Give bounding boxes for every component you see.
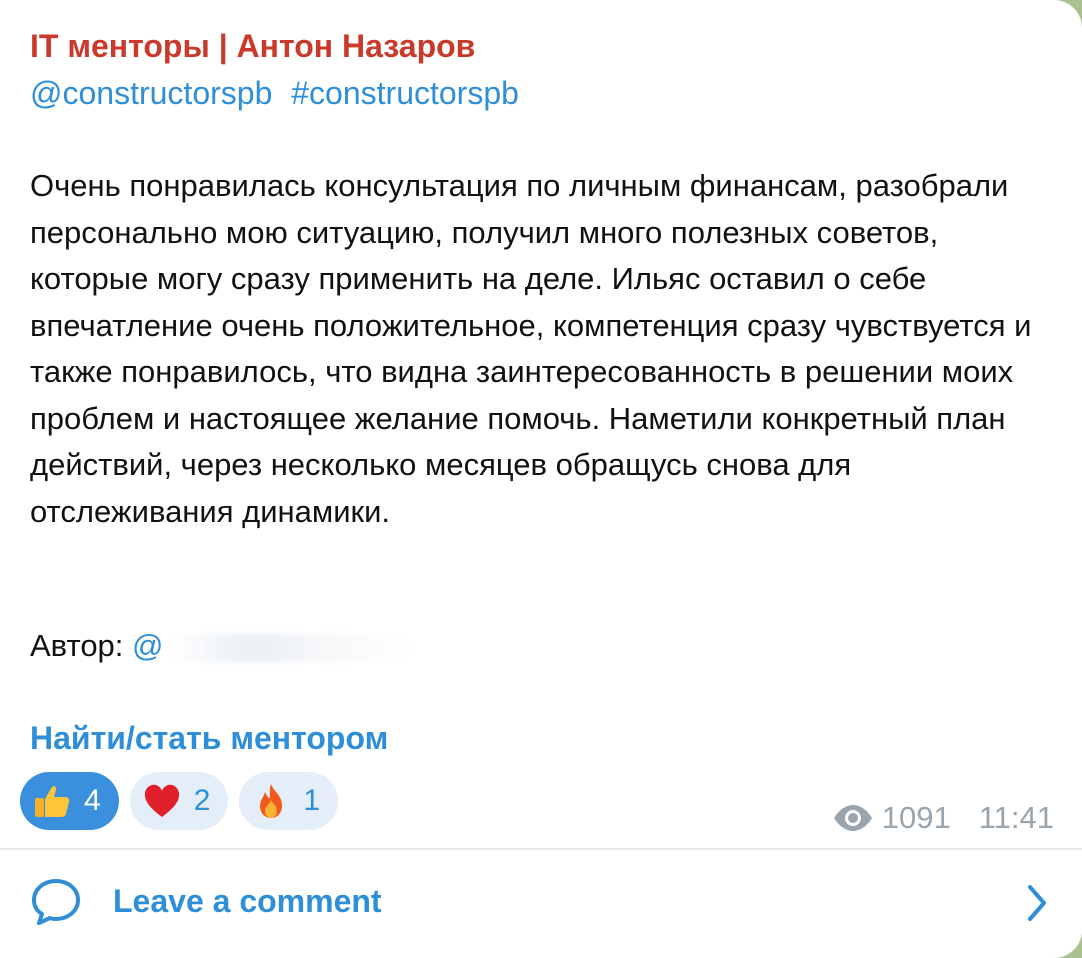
message-time: 11:41 — [978, 800, 1054, 835]
view-count: 1091 — [881, 800, 951, 835]
message-bubble: IT менторы | Антон Назаров @constructors… — [0, 0, 1082, 958]
mention-link[interactable]: @constructorspb — [30, 75, 272, 111]
reaction-thumbs-up[interactable]: 4 — [20, 772, 119, 830]
reaction-heart[interactable]: 2 — [129, 772, 229, 830]
thumbs-up-icon — [32, 781, 72, 821]
hashtag-link[interactable]: #constructorspb — [291, 75, 519, 111]
chevron-right-icon — [1028, 885, 1046, 921]
hashtags: @constructorspb #constructorspb — [30, 75, 529, 112]
comment-bubble-icon — [32, 879, 80, 925]
author-handle-link[interactable]: @ — [132, 628, 163, 663]
leave-comment-button[interactable]: Leave a comment — [0, 850, 1082, 956]
leave-comment-label: Leave a comment — [113, 883, 382, 919]
reaction-fire[interactable]: 1 — [239, 772, 339, 830]
reaction-count: 1 — [303, 784, 321, 817]
heart-icon — [142, 781, 182, 821]
redacted-handle — [169, 633, 410, 662]
author-line: Автор: @ — [30, 628, 410, 664]
reactions-bar: 4 2 1 — [20, 772, 339, 830]
message-meta: 1091 11:41 — [832, 800, 1054, 836]
reaction-count: 2 — [193, 784, 211, 817]
eye-icon — [833, 805, 872, 831]
reaction-count: 4 — [84, 784, 101, 817]
channel-name[interactable]: IT менторы | Антон Назаров — [30, 28, 475, 65]
author-label: Автор: — [30, 628, 124, 663]
fire-icon — [251, 781, 291, 821]
message-text: Очень понравилась консультация по личным… — [30, 168, 1041, 529]
find-mentor-link[interactable]: Найти/стать ментором — [30, 720, 388, 757]
